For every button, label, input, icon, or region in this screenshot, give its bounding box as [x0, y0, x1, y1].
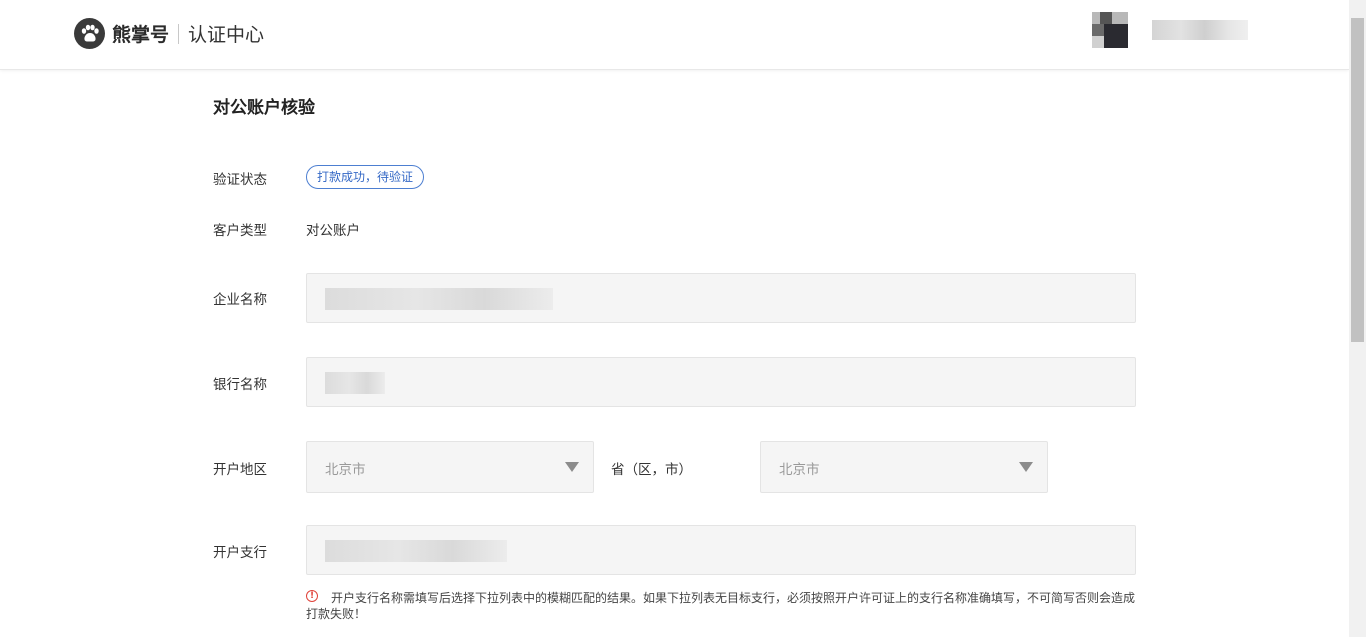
branch-input[interactable]	[306, 525, 1136, 575]
province-select-value: 北京市	[325, 462, 366, 478]
bank-name-redacted	[325, 372, 385, 394]
province-select[interactable]: 北京市	[306, 441, 594, 493]
alert-circle-icon: !	[306, 590, 318, 602]
avatar[interactable]	[1092, 12, 1128, 48]
bank-name-input[interactable]	[306, 357, 1136, 407]
branch-hint: ! 开户支行名称需填写后选择下拉列表中的模糊匹配的结果。如果下拉列表无目标支行，…	[306, 590, 1140, 622]
company-name-label: 企业名称	[213, 292, 267, 308]
status-label: 验证状态	[213, 172, 267, 188]
region-label: 开户地区	[213, 462, 267, 478]
page-scrollbar-thumb[interactable]	[1351, 18, 1364, 342]
bank-name-label: 银行名称	[213, 377, 267, 393]
customer-type-label: 客户类型	[213, 223, 267, 239]
top-header: 熊掌号 认证中心	[0, 0, 1349, 70]
city-select-value: 北京市	[779, 462, 820, 478]
user-menu[interactable]	[1092, 12, 1248, 48]
company-name-redacted	[325, 288, 553, 310]
brand-logo[interactable]: 熊掌号 认证中心	[74, 18, 264, 49]
branch-label: 开户支行	[213, 545, 267, 561]
page-title: 对公账户核验	[213, 98, 315, 118]
region-separator-label: 省（区，市）	[611, 462, 692, 478]
brand-name: 熊掌号	[112, 24, 170, 46]
customer-type-value: 对公账户	[306, 223, 360, 239]
brand-subtitle: 认证中心	[188, 24, 265, 46]
status-badge: 打款成功，待验证	[306, 165, 425, 189]
caret-down-icon	[565, 462, 579, 472]
user-name-redacted[interactable]	[1152, 20, 1248, 40]
paw-icon	[74, 18, 105, 49]
city-select[interactable]: 北京市	[760, 441, 1048, 493]
branch-hint-text: 开户支行名称需填写后选择下拉列表中的模糊匹配的结果。如果下拉列表无目标支行，必须…	[306, 591, 1136, 621]
caret-down-icon	[1019, 462, 1033, 472]
branch-redacted	[325, 540, 507, 562]
brand-divider	[178, 23, 180, 44]
company-name-input[interactable]	[306, 273, 1136, 323]
